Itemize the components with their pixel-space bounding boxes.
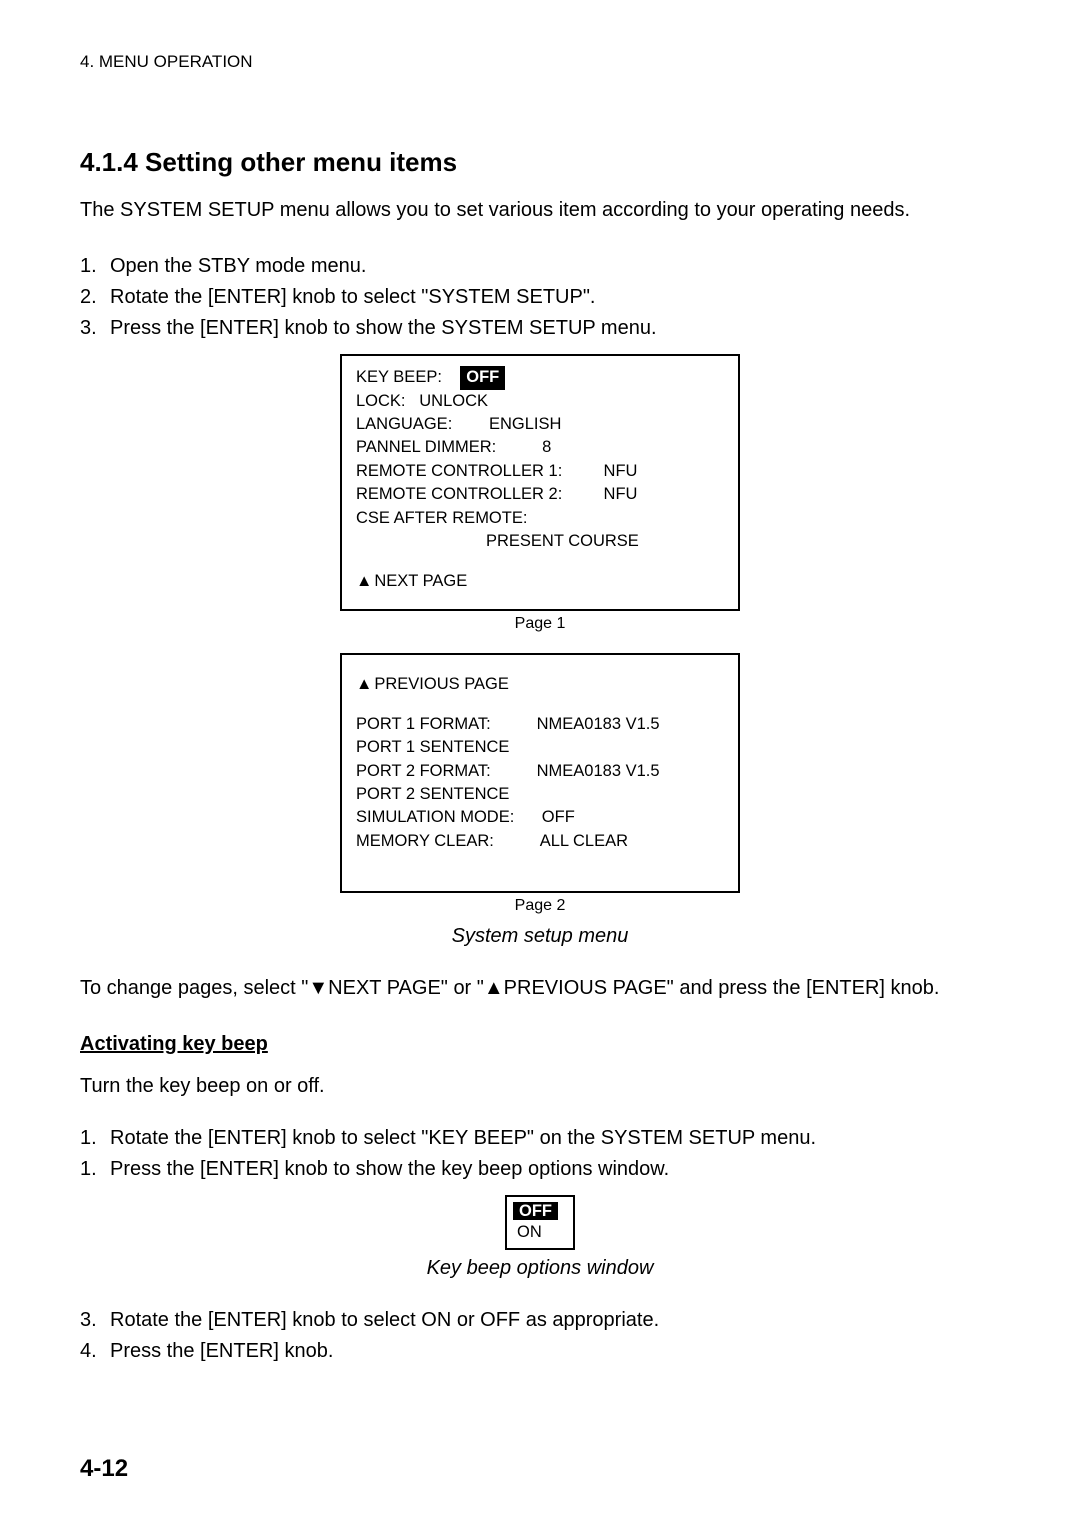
panel-label: PANNEL DIMMER: 8 xyxy=(356,436,551,459)
panel-value: PRESENT COURSE xyxy=(356,530,639,553)
panel-row: MEMORY CLEAR: ALL CLEAR xyxy=(356,830,724,853)
section-heading: 4.1.4 Setting other menu items xyxy=(80,144,1000,180)
option-off: OFF xyxy=(513,1201,567,1222)
panel-label: PORT 1 FORMAT: xyxy=(356,713,537,736)
step-number: 3. xyxy=(80,314,110,342)
panel-label: REMOTE CONTROLLER 1: NFU xyxy=(356,460,637,483)
panel-label: PORT 1 SENTENCE xyxy=(356,736,509,759)
page-header: 4. MENU OPERATION xyxy=(80,50,1000,74)
panel-label: MEMORY CLEAR: xyxy=(356,830,540,853)
step-text: Press the [ENTER] knob to show the key b… xyxy=(110,1155,669,1183)
triangle-up-icon xyxy=(356,675,374,693)
panel-value: NMEA0183 V1.5 xyxy=(537,713,660,736)
step-text: Press the [ENTER] knob to show the SYSTE… xyxy=(110,314,657,342)
panel-label: SIMULATION MODE: xyxy=(356,806,542,829)
step-number: 1. xyxy=(80,252,110,280)
option-on: ON xyxy=(513,1222,567,1243)
step-text: Rotate the [ENTER] knob to select ON or … xyxy=(110,1306,659,1334)
step-text: Rotate the [ENTER] knob to select "KEY B… xyxy=(110,1124,816,1152)
step-item: 4.Press the [ENTER] knob. xyxy=(80,1337,1000,1365)
panel-value: NMEA0183 V1.5 xyxy=(537,760,660,783)
change-pages-text: To change pages, select "▼NEXT PAGE" or … xyxy=(80,974,1000,1002)
steps-list-1: 1.Open the STBY mode menu.2.Rotate the [… xyxy=(80,252,1000,342)
panel-row: REMOTE CONTROLLER 1: NFU xyxy=(356,460,724,483)
step-item: 2.Rotate the [ENTER] knob to select "SYS… xyxy=(80,283,1000,311)
step-text: Rotate the [ENTER] knob to select "SYSTE… xyxy=(110,283,596,311)
intro-text: The SYSTEM SETUP menu allows you to set … xyxy=(80,196,1000,224)
panel-row: REMOTE CONTROLLER 2: NFU xyxy=(356,483,724,506)
panel-row: SIMULATION MODE: OFF xyxy=(356,806,724,829)
page-number: 4-12 xyxy=(80,1452,128,1486)
panel-label: LANGUAGE: ENGLISH xyxy=(356,413,561,436)
panel-row: PORT 2 FORMAT: NMEA0183 V1.5 xyxy=(356,760,724,783)
panel-row: PRESENT COURSE xyxy=(356,530,724,553)
next-page-row: NEXT PAGE xyxy=(356,570,724,593)
panel-row: LOCK: UNLOCK xyxy=(356,390,724,413)
panel-label: CSE AFTER REMOTE: xyxy=(356,507,527,530)
sub-heading-key-beep: Activating key beep xyxy=(80,1030,1000,1058)
steps-list-3: 3.Rotate the [ENTER] knob to select ON o… xyxy=(80,1306,1000,1365)
panel-label: KEY BEEP: xyxy=(356,366,460,389)
step-item: 1.Open the STBY mode menu. xyxy=(80,252,1000,280)
panel-label: LOCK: UNLOCK xyxy=(356,390,488,413)
step-item: 1.Rotate the [ENTER] knob to select "KEY… xyxy=(80,1124,1000,1152)
panel-label: PORT 2 FORMAT: xyxy=(356,760,537,783)
step-item: 3.Rotate the [ENTER] knob to select ON o… xyxy=(80,1306,1000,1334)
step-text: Open the STBY mode menu. xyxy=(110,252,366,280)
options-caption: Key beep options window xyxy=(80,1254,1000,1282)
triangle-up-icon xyxy=(356,572,374,590)
step-number: 4. xyxy=(80,1337,110,1365)
system-setup-panel-2: PREVIOUS PAGE PORT 1 FORMAT: NMEA0183 V1.… xyxy=(340,653,740,893)
step-number: 3. xyxy=(80,1306,110,1334)
previous-page-row: PREVIOUS PAGE xyxy=(356,673,724,696)
steps-list-2: 1.Rotate the [ENTER] knob to select "KEY… xyxy=(80,1124,1000,1183)
key-beep-options-box: OFF ON xyxy=(505,1195,575,1250)
figure-caption: System setup menu xyxy=(80,922,1000,950)
panel-row: PORT 1 SENTENCE xyxy=(356,736,724,759)
panel-1-caption: Page 1 xyxy=(80,613,1000,635)
panel-value: OFF xyxy=(542,806,575,829)
step-text: Press the [ENTER] knob. xyxy=(110,1337,333,1365)
panel-row: PANNEL DIMMER: 8 xyxy=(356,436,724,459)
sub-text: Turn the key beep on or off. xyxy=(80,1072,1000,1100)
panel-row: PORT 2 SENTENCE xyxy=(356,783,724,806)
step-number: 2. xyxy=(80,283,110,311)
panel-row: LANGUAGE: ENGLISH xyxy=(356,413,724,436)
panel-row: PORT 1 FORMAT: NMEA0183 V1.5 xyxy=(356,713,724,736)
panel-2-caption: Page 2 xyxy=(80,895,1000,917)
step-item: 3.Press the [ENTER] knob to show the SYS… xyxy=(80,314,1000,342)
panel-value: OFF xyxy=(460,366,505,389)
system-setup-panel-1: KEY BEEP: OFFLOCK: UNLOCKLANGUAGE: ENGLI… xyxy=(340,354,740,611)
panel-row: KEY BEEP: OFF xyxy=(356,366,724,389)
step-item: 1.Press the [ENTER] knob to show the key… xyxy=(80,1155,1000,1183)
panel-label: REMOTE CONTROLLER 2: NFU xyxy=(356,483,637,506)
panel-value: ALL CLEAR xyxy=(540,830,628,853)
panel-label: PORT 2 SENTENCE xyxy=(356,783,509,806)
panel-row: CSE AFTER REMOTE: xyxy=(356,507,724,530)
step-number: 1. xyxy=(80,1155,110,1183)
step-number: 1. xyxy=(80,1124,110,1152)
